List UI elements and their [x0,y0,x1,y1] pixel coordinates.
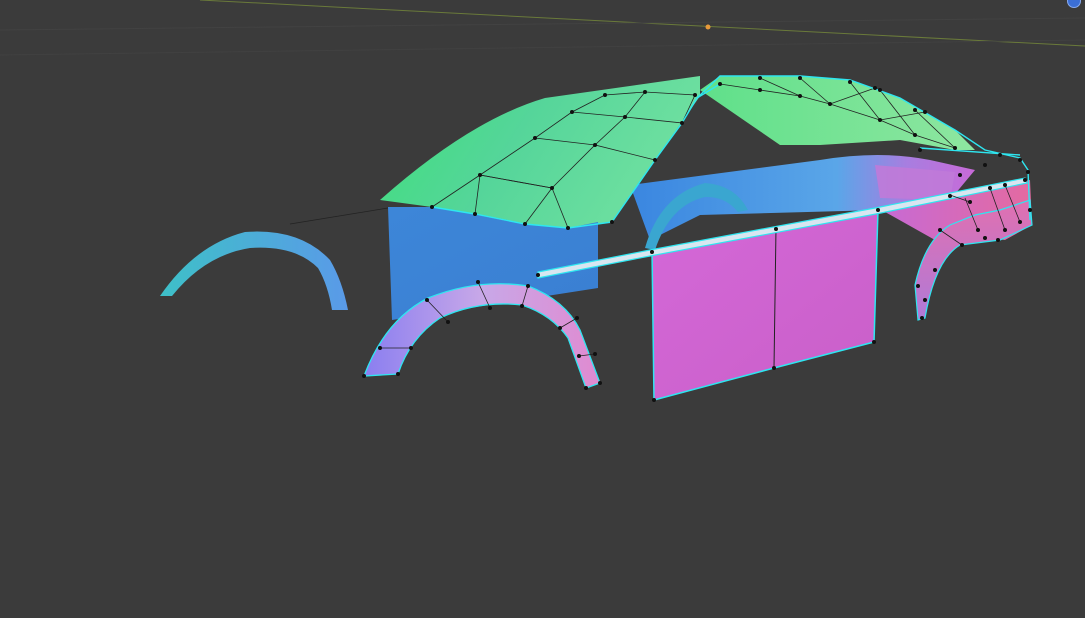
rear-door-panel[interactable] [651,209,879,401]
origin-marker [705,24,711,30]
front-wheel-arch-unselected[interactable] [160,231,348,310]
scene-canvas[interactable] [0,0,1085,618]
viewport-grid [0,0,1085,56]
3d-viewport[interactable] [0,0,1085,618]
